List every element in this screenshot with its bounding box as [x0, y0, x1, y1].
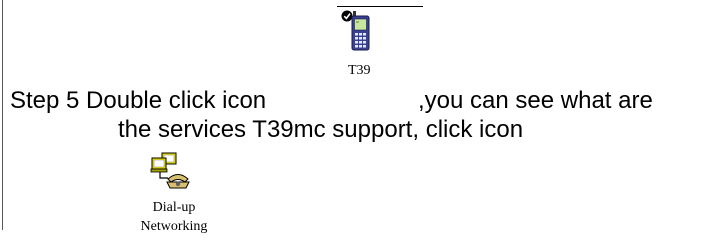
step-line1-after-icon: ,you can see what are — [418, 87, 653, 114]
dialup-caption-line2: Networking — [140, 219, 208, 234]
dialup-caption-line1: Dial-up — [152, 200, 196, 215]
top-rule — [337, 6, 423, 7]
step-line2: the services T39mc support, click icon — [118, 116, 524, 143]
phone-icon-caption: T39 — [348, 63, 371, 78]
dial-up-networking-icon[interactable] — [148, 152, 194, 194]
left-margin-rule — [2, 0, 3, 230]
step-line1-before-icon: Step 5 Double click icon — [10, 87, 267, 114]
mobile-phone-icon[interactable] — [340, 8, 380, 52]
